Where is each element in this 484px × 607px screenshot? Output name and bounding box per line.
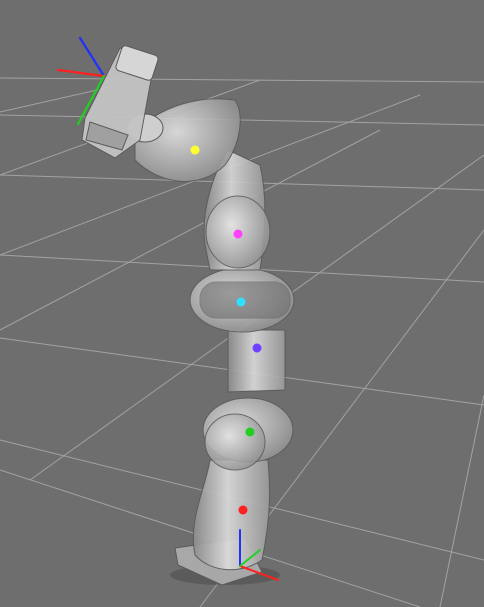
joint-6-marker[interactable] xyxy=(233,229,243,239)
joint-4-marker[interactable] xyxy=(252,343,262,353)
3d-viewport[interactable] xyxy=(0,0,484,607)
robot-joint-3-cap xyxy=(204,413,266,471)
robot-arm[interactable] xyxy=(81,45,295,586)
robot-link-1[interactable] xyxy=(192,459,271,571)
robot-link-3[interactable] xyxy=(227,329,286,393)
end-effector-z-axis xyxy=(78,36,106,78)
joint-5-marker[interactable] xyxy=(236,297,246,307)
joint-2-marker[interactable] xyxy=(238,505,248,515)
joint-3-marker[interactable] xyxy=(245,427,255,437)
scene-canvas[interactable] xyxy=(0,0,484,607)
end-effector-x-axis xyxy=(56,68,106,78)
joint-7-marker[interactable] xyxy=(190,145,200,155)
